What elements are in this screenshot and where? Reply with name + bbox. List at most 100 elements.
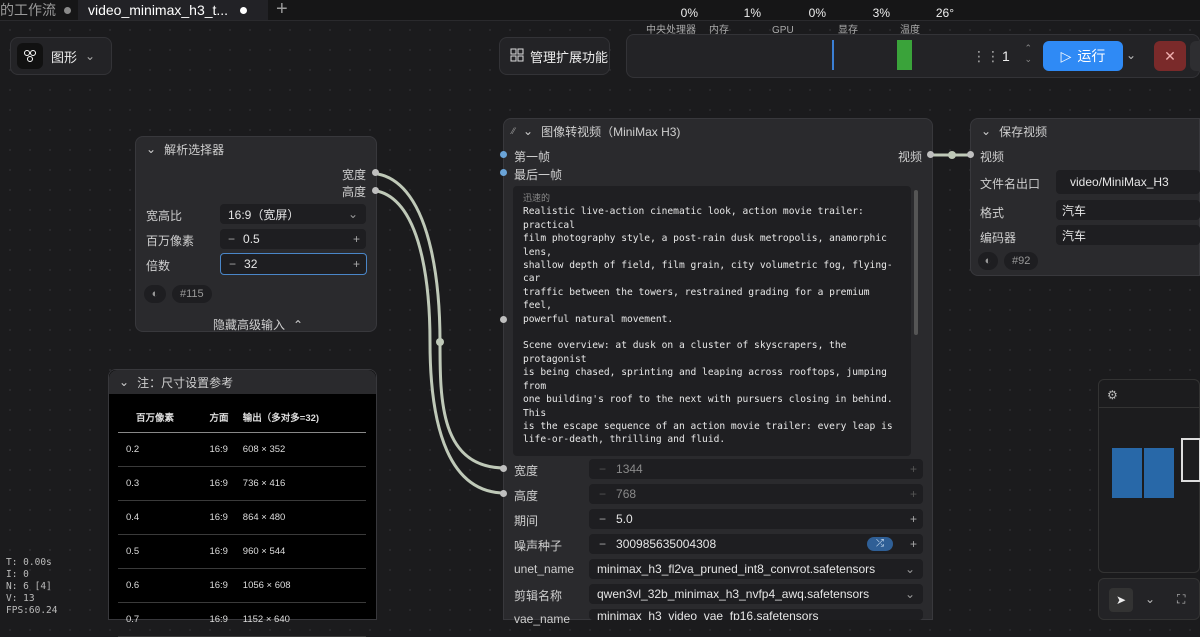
tab-workflow[interactable]: 的工作流 <box>0 0 78 20</box>
codec-select[interactable]: 汽车 <box>1056 225 1200 245</box>
height-stepper[interactable]: − 768 + <box>589 484 923 504</box>
minus-icon[interactable]: − <box>228 232 235 246</box>
queue-count-value: 1 <box>1002 48 1010 64</box>
minus-icon[interactable]: − <box>229 257 236 271</box>
plus-icon[interactable]: + <box>910 462 917 476</box>
plus-icon[interactable]: + <box>910 487 917 501</box>
queue-count-input[interactable]: 1 ⌃ ⌄ <box>990 41 1038 71</box>
width-value: 1344 <box>616 462 643 476</box>
seed-stepper[interactable]: − 300985635004308 ⤮ + <box>589 534 923 554</box>
node-header[interactable]: ⌄ 保存视频 <box>971 119 1199 143</box>
output-width-socket[interactable] <box>372 169 379 176</box>
manage-label: 管理扩展功能 <box>530 49 609 65</box>
tab-label: video_minimax_h3_t... <box>88 2 229 18</box>
minimap-node <box>1144 448 1174 498</box>
size-reference-table: 百万像素 方面 输出（多对多=32) 0.2 16:9 608 × 352 0.3 1… <box>118 402 366 637</box>
minimap-viewport[interactable] <box>1181 438 1200 482</box>
collapse-icon[interactable]: ⌄ <box>523 124 533 138</box>
format-select[interactable]: 汽车 <box>1056 200 1200 220</box>
ram-value: 1% <box>743 6 761 20</box>
multiple-stepper[interactable]: − 32 + <box>220 253 367 275</box>
output-height-socket[interactable] <box>372 187 379 194</box>
tab-active[interactable]: video_minimax_h3_t... <box>78 0 268 20</box>
debug-line: T: 0.00s <box>6 557 52 568</box>
input-video-socket[interactable] <box>967 151 974 158</box>
height-value: 768 <box>616 487 637 501</box>
menu-edge[interactable] <box>1190 41 1200 71</box>
codec-value: 汽车 <box>1062 228 1087 243</box>
run-button[interactable]: ▷ 运行 <box>1043 41 1123 71</box>
stepper-arrows-icon[interactable]: ⌃ ⌄ <box>1024 43 1032 65</box>
chevron-up-icon: ⌃ <box>293 317 304 332</box>
prefix-label: 文件名出口 <box>980 177 1041 191</box>
table-row: 0.4 16:9 864 × 480 <box>118 500 366 535</box>
duration-stepper[interactable]: − 5.0 + <box>589 509 923 529</box>
pointer-icon[interactable]: ➤ <box>1109 588 1133 612</box>
output-video: 视频 <box>897 150 922 164</box>
graph-menu-button[interactable]: 图形 ⌄ <box>10 37 112 75</box>
plus-icon[interactable]: + <box>353 232 360 246</box>
plus-icon[interactable]: + <box>910 537 917 551</box>
chevron-down-icon: ⌄ <box>347 207 358 221</box>
run-options-chevron-icon[interactable]: ⌄ <box>1126 48 1136 62</box>
unet-select[interactable]: minimax_h3_fl2va_pruned_int8_convrot.saf… <box>589 559 923 579</box>
plus-icon[interactable]: + <box>910 512 917 526</box>
node-header[interactable]: ⌄ 解析选择器 <box>136 137 376 161</box>
output-video-socket[interactable] <box>927 151 934 158</box>
collapse-icon[interactable]: ⌄ <box>146 142 156 156</box>
input-last-frame-socket[interactable] <box>500 169 507 176</box>
temp-value: 26° <box>935 6 954 20</box>
input-width-socket[interactable] <box>500 465 507 472</box>
minus-icon[interactable]: − <box>599 462 606 476</box>
save-video-node[interactable]: ⌄ 保存视频 <box>970 118 1200 276</box>
node-source-icon: ◐ <box>978 252 998 270</box>
settings-sliders-icon[interactable]: ⚙ <box>1107 388 1118 402</box>
node-header[interactable]: ⌄ 注：尺寸设置参考 <box>109 370 376 394</box>
chevron-down-icon[interactable]: ⌄ <box>1145 592 1155 606</box>
minimap[interactable]: ⚙ <box>1098 379 1200 573</box>
graph-label: 图形 <box>51 49 78 65</box>
cpu-label: 中央处理器 <box>646 25 696 36</box>
clip-select[interactable]: qwen3vl_32b_minimax_h3_nvfp4_awq.safeten… <box>589 584 923 604</box>
cancel-run-button[interactable]: ✕ <box>1154 41 1186 71</box>
megapixel-label: 百万像素 <box>146 234 195 248</box>
resize-icon[interactable]: ⁄⁄ <box>512 126 515 136</box>
collapse-icon[interactable]: ⌄ <box>981 124 991 138</box>
node-header[interactable]: ⁄⁄ ⌄ 图像转视频（MiniMax H3) <box>504 119 932 143</box>
shuffle-icon[interactable]: ⤮ <box>867 537 893 551</box>
prompt-input-socket[interactable] <box>500 316 507 323</box>
width-stepper[interactable]: − 1344 + <box>589 459 923 479</box>
table-row: 0.3 16:9 736 × 416 <box>118 466 366 501</box>
debug-line: I: 0 <box>6 569 29 580</box>
prompt-scrollbar[interactable] <box>914 190 918 335</box>
aspect-select[interactable]: 16:9（宽屏） ⌄ <box>220 204 366 224</box>
minus-icon[interactable]: − <box>599 512 606 526</box>
node-title: 图像转视频（MiniMax H3) <box>541 124 681 139</box>
collapse-icon[interactable]: ⌄ <box>119 375 129 389</box>
clip-label: 剪辑名称 <box>514 589 563 603</box>
prompt-textarea[interactable]: 迅速的 Realistic live-action cinematic look,… <box>513 186 911 456</box>
prefix-value: video/MiniMax_H3 <box>1070 175 1169 189</box>
input-video: 视频 <box>980 150 1005 164</box>
aspect-value: 16:9（宽屏） <box>228 207 300 222</box>
plus-icon[interactable]: + <box>353 257 360 271</box>
manage-extensions-button[interactable]: 管理扩展功能 <box>499 37 610 75</box>
multiple-label: 倍数 <box>146 259 171 273</box>
temp-label: 温度 <box>900 25 920 36</box>
aspect-label: 宽高比 <box>146 209 183 223</box>
tab-label: 的工作流 <box>0 2 56 18</box>
vae-select[interactable]: minimax_h3_video_vae_fp16.safetensors <box>589 609 923 620</box>
minus-icon[interactable]: − <box>599 487 606 501</box>
input-height-socket[interactable] <box>500 490 507 497</box>
hide-advanced-toggle[interactable]: 隐藏高级输入 ⌃ <box>213 316 303 333</box>
output-width: 宽度 <box>341 168 366 182</box>
minus-icon[interactable]: − <box>599 537 606 551</box>
megapixel-value: 0.5 <box>243 232 260 246</box>
new-tab-icon[interactable]: + <box>276 0 288 19</box>
unet-value: minimax_h3_fl2va_pruned_int8_convrot.saf… <box>597 562 876 576</box>
megapixel-stepper[interactable]: − 0.5 + <box>220 229 366 249</box>
prefix-input[interactable]: video/MiniMax_H3 <box>1056 170 1200 194</box>
duration-value: 5.0 <box>616 512 633 526</box>
fit-view-icon[interactable]: ⛶ <box>1177 592 1185 607</box>
input-first-frame-socket[interactable] <box>500 151 507 158</box>
